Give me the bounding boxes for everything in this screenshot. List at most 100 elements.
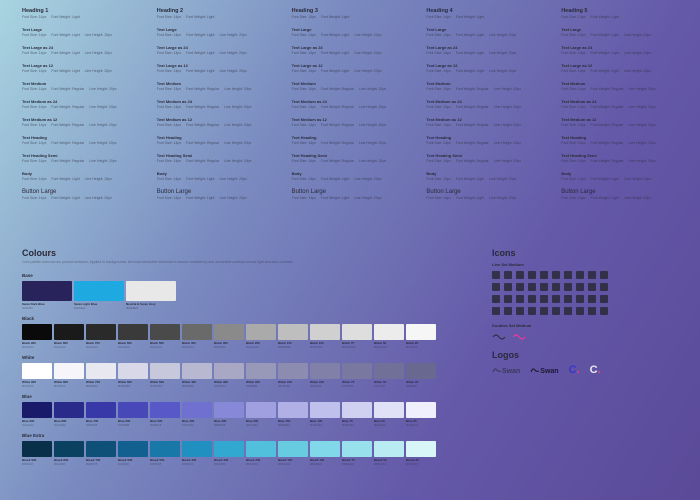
swatch-hex: #9898B8 (246, 384, 276, 388)
swatch-hex: #BEBEBE (278, 345, 308, 349)
type-spec: Text Large as 12Font Size: 14pxFont Weig… (426, 63, 543, 73)
typo-column: Heading 2Font Size: 14pxFont Weight: Lig… (157, 8, 274, 238)
swatch-chip (22, 363, 52, 379)
swatch-row: White 900#FFFFFFWhite 800#F5F5FAWhite 70… (22, 363, 452, 388)
type-heading: Heading 2Font Size: 14pxFont Weight: Lig… (157, 8, 274, 19)
colour-swatch: White 25#686890 (406, 363, 436, 388)
colour-swatch: White 50#707098 (374, 363, 404, 388)
wave-icon (492, 332, 506, 340)
logo-swan-dark: Swan (530, 366, 558, 375)
swatch-hex: #0E5078 (86, 462, 116, 466)
colour-swatch: Black 25#F6F6F6 (406, 324, 436, 349)
swatch-hex: #7878A0 (342, 384, 372, 388)
colour-swatch: Blue 200#A0A0E0 (246, 402, 276, 427)
type-heading: Heading 5Font Size: 14pxFont Weight: Lig… (561, 8, 678, 19)
type-spec: Text LargeFont Size: 14pxFont Weight: Li… (157, 27, 274, 37)
swatch-hex: #68CCE0 (278, 462, 308, 466)
colour-swatch: White 400#B8B8D0 (182, 363, 212, 388)
glyph-icon (528, 295, 536, 303)
type-meta: Font Size: 14pxFont Weight: RegularLine … (426, 105, 543, 109)
type-meta: Font Size: 14pxFont Weight: RegularLine … (157, 123, 274, 127)
type-label: Text Large as 24 (561, 45, 678, 50)
colour-group-label: Blue Extra (22, 433, 452, 438)
colours-section: Colours Core palette used across product… (22, 248, 452, 466)
glyph-icon (600, 295, 608, 303)
swatch-chip (22, 402, 52, 418)
swatch-chip (54, 441, 84, 457)
colour-swatch: BlueX 75#98E0EC (342, 441, 372, 466)
glyph-icon (504, 271, 512, 279)
swatch-row: Black 900#0A0A0ABlack 800#1A1A1ABlack 70… (22, 324, 452, 349)
type-label: Text Medium (157, 81, 274, 86)
swatch-chip (118, 363, 148, 379)
swatch-chip (342, 441, 372, 457)
swatch-chip (406, 324, 436, 340)
swatch-hex: #1A1A6A (22, 423, 52, 427)
swatch-hex: #50C0DC (246, 462, 276, 466)
swatch-chip (214, 441, 244, 457)
type-spec: Text HeadingFont Size: 14pxFont Weight: … (292, 135, 409, 145)
swatch-hex: #8080A8 (310, 384, 340, 388)
colour-swatch: Blue 800#2A2A8A (54, 402, 84, 427)
type-label: Text Medium as 12 (426, 117, 543, 122)
colour-swatch: Blue 50#E0E0F6 (374, 402, 404, 427)
swatch-hex: #083048 (22, 462, 52, 466)
type-label: Text Large as 12 (426, 63, 543, 68)
swatch-hex: #6A6A6A (182, 345, 212, 349)
swatch-hex: #4A4A4A (150, 345, 180, 349)
type-meta: Font Size: 14pxFont Weight: LightLine He… (561, 196, 678, 200)
type-spec: BodyFont Size: 14pxFont Weight: LightLin… (292, 171, 409, 181)
type-meta: Font Size: 14pxFont Weight: RegularLine … (292, 105, 409, 109)
swatch-chip (374, 441, 404, 457)
swatch-chip (150, 363, 180, 379)
typography-section: Heading 1Font Size: 14pxFont Weight: Lig… (22, 8, 678, 238)
glyph-icon (552, 283, 560, 291)
type-label: Text Large (426, 27, 543, 32)
colour-swatch: BlueX 150#68CCE0 (278, 441, 308, 466)
type-label: Text Large as 12 (22, 63, 139, 68)
glyph-icon (528, 283, 536, 291)
glyph-icon (516, 295, 524, 303)
type-meta: Font Size: 14pxFont Weight: LightLine He… (426, 51, 543, 55)
swatch-chip (374, 324, 404, 340)
glyph-icon (540, 307, 548, 315)
colour-swatch: Black 75#DEDEDE (342, 324, 372, 349)
colour-swatch: Black 500#4A4A4A (150, 324, 180, 349)
icon-grid (492, 271, 678, 315)
colour-swatch: Swan Dark Blue#29235C (22, 281, 72, 310)
type-meta: Font Size: 14pxFont Weight: RegularLine … (292, 87, 409, 91)
type-spec: Text MediumFont Size: 14pxFont Weight: R… (157, 81, 274, 91)
type-label: Text Heading Semi (292, 153, 409, 158)
type-meta: Font Size: 14pxFont Weight: RegularLine … (292, 141, 409, 145)
swatch-row: Swan Dark Blue#29235CSwan Light Blue#1FA… (22, 281, 452, 310)
type-spec: Text MediumFont Size: 14pxFont Weight: R… (292, 81, 409, 91)
glyph-icon (492, 295, 500, 303)
type-meta: Font Size: 14pxFont Weight: LightLine He… (426, 196, 543, 200)
swatch-chip (278, 363, 308, 379)
glyph-icon (540, 283, 548, 291)
type-spec: Text Large as 12Font Size: 14pxFont Weig… (292, 63, 409, 73)
type-heading: Heading 3Font Size: 14pxFont Weight: Lig… (292, 8, 409, 19)
colour-swatch: BlueX 800#0A4060 (54, 441, 84, 466)
swatch-chip (342, 402, 372, 418)
swatch-hex: #E8E8F0 (86, 384, 116, 388)
glyph-icon (564, 271, 572, 279)
swatch-chip (406, 363, 436, 379)
type-label: Text Heading Semi (561, 153, 678, 158)
colour-swatch: BlueX 400#2090C0 (182, 441, 212, 466)
type-spec: Text Heading SemiFont Size: 14pxFont Wei… (426, 153, 543, 163)
colour-swatch: BlueX 50#B8ECF2 (374, 441, 404, 466)
typo-column: Heading 4Font Size: 14pxFont Weight: Lig… (426, 8, 543, 238)
glyph-icon (540, 271, 548, 279)
swatch-hex: #3A3A3A (118, 345, 148, 349)
swatch-chip (246, 324, 276, 340)
glyph-icon (600, 307, 608, 315)
type-spec: Text Medium as 12Font Size: 14pxFont Wei… (426, 117, 543, 127)
type-label: Body (426, 171, 543, 176)
swatch-chip (182, 402, 212, 418)
type-meta: Font Size: 14pxFont Weight: RegularLine … (22, 105, 139, 109)
swatch-hex: #1878A8 (150, 462, 180, 466)
glyph-icon (564, 295, 572, 303)
design-system-sheet: Heading 1Font Size: 14pxFont Weight: Lig… (0, 0, 700, 500)
colour-swatch: Black 900#0A0A0A (22, 324, 52, 349)
